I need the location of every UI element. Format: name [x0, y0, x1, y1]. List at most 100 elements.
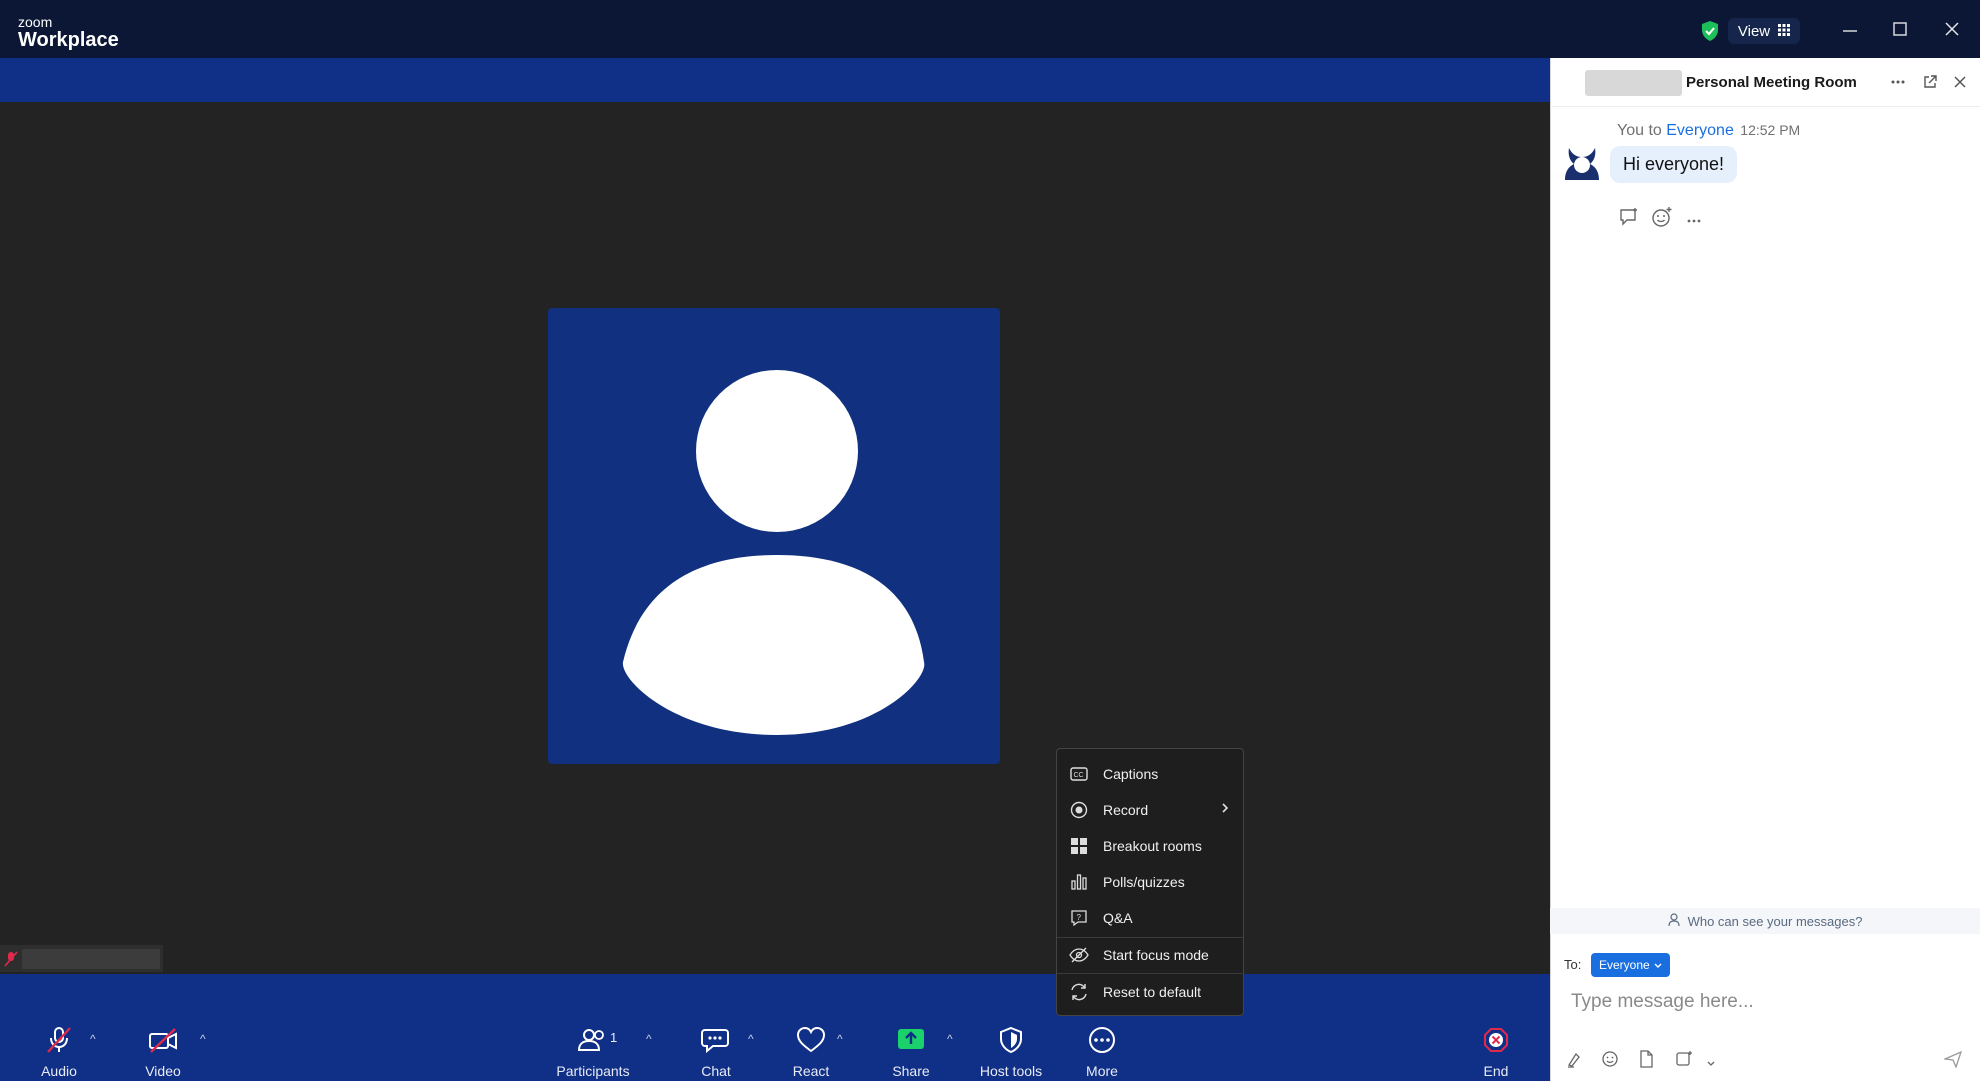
- reply-icon[interactable]: [1618, 207, 1640, 232]
- closed-captions-icon: CC: [1069, 764, 1089, 784]
- chat-more-dots-icon[interactable]: [1890, 74, 1906, 95]
- react-button[interactable]: React: [791, 1026, 831, 1079]
- message-more-icon[interactable]: [1686, 212, 1702, 230]
- menu-divider: [1057, 973, 1243, 974]
- participants-options-chevron-icon[interactable]: ^: [646, 1032, 652, 1046]
- close-window-button[interactable]: [1945, 22, 1959, 41]
- chat-label: Chat: [701, 1063, 731, 1079]
- minimize-button[interactable]: [1842, 17, 1858, 46]
- focus-mode-eye-icon: [1069, 945, 1089, 965]
- more-label: More: [1086, 1063, 1118, 1079]
- menu-item-breakout-rooms[interactable]: Breakout rooms: [1057, 829, 1243, 863]
- react-label: React: [792, 1063, 830, 1079]
- who-can-see-link[interactable]: Who can see your messages?: [1550, 908, 1980, 934]
- chevron-down-icon: [1654, 958, 1662, 972]
- breakout-rooms-icon: [1069, 836, 1089, 856]
- message-input[interactable]: [1571, 989, 1951, 1015]
- muted-mic-icon: [4, 951, 18, 972]
- menu-item-focus-mode[interactable]: Start focus mode: [1057, 938, 1243, 972]
- message-time: 12:52 PM: [1740, 122, 1801, 138]
- view-button[interactable]: View: [1728, 18, 1800, 44]
- muted-microphone-icon: [44, 1026, 74, 1057]
- menu-item-label: Breakout rooms: [1103, 838, 1202, 854]
- record-icon: [1069, 800, 1089, 820]
- video-button[interactable]: Video: [141, 1026, 185, 1079]
- menu-item-label: Polls/quizzes: [1103, 874, 1185, 890]
- host-tools-button[interactable]: Host tools: [976, 1026, 1046, 1079]
- more-button[interactable]: More: [1082, 1026, 1122, 1079]
- share-label: Share: [892, 1063, 930, 1079]
- title-bar: zoom Workplace View: [0, 0, 1980, 58]
- file-icon[interactable]: [1638, 1050, 1654, 1073]
- audio-options-chevron-icon[interactable]: ^: [90, 1032, 96, 1046]
- audio-label: Audio: [41, 1063, 77, 1079]
- menu-item-reset[interactable]: Reset to default: [1057, 975, 1243, 1009]
- participants-count: 1: [610, 1030, 618, 1045]
- participant-name-tag: [0, 945, 163, 972]
- more-dots-icon: [1087, 1026, 1117, 1057]
- security-shield-icon[interactable]: [1699, 20, 1721, 47]
- participants-button[interactable]: Participants: [553, 1026, 633, 1079]
- person-privacy-icon: [1667, 912, 1682, 930]
- meeting-toolbar: [0, 974, 1550, 1081]
- recipient-dropdown[interactable]: Everyone: [1591, 953, 1670, 977]
- menu-item-label: Record: [1103, 802, 1149, 818]
- close-chat-icon[interactable]: [1953, 75, 1967, 94]
- recipient-label: To:: [1564, 957, 1582, 972]
- host-shield-icon: [997, 1026, 1025, 1057]
- view-label: View: [1737, 22, 1771, 40]
- add-reaction-icon[interactable]: [1651, 206, 1673, 233]
- stopped-video-icon: [147, 1026, 179, 1057]
- share-options-chevron-icon[interactable]: ^: [947, 1032, 953, 1046]
- maximize-button[interactable]: [1893, 22, 1907, 41]
- menu-item-qa[interactable]: ? Q&A: [1057, 901, 1243, 935]
- end-x-icon: [1482, 1026, 1510, 1057]
- chevron-right-icon: [1221, 801, 1229, 817]
- menu-item-record[interactable]: Record: [1057, 793, 1243, 827]
- message-bubble[interactable]: Hi everyone!: [1610, 146, 1738, 183]
- video-label: Video: [145, 1063, 181, 1079]
- sender-avatar: [1562, 142, 1602, 187]
- menu-item-label: Reset to default: [1103, 984, 1202, 1000]
- send-icon[interactable]: [1942, 1050, 1963, 1073]
- menu-item-captions[interactable]: CC Captions: [1057, 757, 1243, 791]
- meeting-header-bar: [0, 58, 1550, 102]
- screenshot-icon[interactable]: [1675, 1050, 1693, 1073]
- audio-button[interactable]: Audio: [37, 1026, 81, 1079]
- share-button[interactable]: Share: [891, 1026, 931, 1079]
- menu-item-label: Start focus mode: [1103, 947, 1209, 963]
- menu-item-polls[interactable]: Polls/quizzes: [1057, 865, 1243, 899]
- reset-arrows-icon: [1069, 982, 1089, 1002]
- brand-small: zoom: [18, 14, 53, 30]
- participant-video-tile[interactable]: [548, 308, 1000, 764]
- message-meta: You to Everyone 12:52 PM: [1617, 122, 1800, 140]
- menu-item-label: Captions: [1103, 766, 1159, 782]
- grid-icon: [1778, 23, 1791, 40]
- format-text-icon[interactable]: [1566, 1050, 1584, 1073]
- screenshot-options-chevron-icon[interactable]: [1706, 1055, 1716, 1073]
- recipient-value: Everyone: [1599, 958, 1650, 972]
- participants-icon: [577, 1026, 609, 1057]
- more-menu: CC Captions Record Breakout rooms Polls/…: [1056, 748, 1244, 1016]
- chat-button[interactable]: Chat: [696, 1026, 736, 1079]
- who-can-see-text: Who can see your messages?: [1687, 913, 1863, 929]
- chat-panel-title: Personal Meeting Room: [1686, 74, 1857, 91]
- end-label: End: [1483, 1063, 1509, 1079]
- chat-header-divider: [1550, 106, 1980, 107]
- pop-out-icon[interactable]: [1922, 74, 1938, 95]
- react-options-chevron-icon[interactable]: ^: [837, 1032, 843, 1046]
- message-recipient[interactable]: Everyone: [1666, 122, 1734, 139]
- chat-options-chevron-icon[interactable]: ^: [748, 1032, 754, 1046]
- share-screen-icon: [896, 1026, 926, 1057]
- message-sender: You to: [1617, 122, 1662, 139]
- chat-bubble-icon: [701, 1026, 731, 1057]
- video-options-chevron-icon[interactable]: ^: [200, 1032, 206, 1046]
- avatar-placeholder-icon: [622, 370, 925, 735]
- polls-chart-icon: [1069, 872, 1089, 892]
- end-meeting-button[interactable]: End: [1476, 1026, 1516, 1079]
- menu-item-label: Q&A: [1103, 910, 1133, 926]
- emoji-icon[interactable]: [1601, 1050, 1619, 1073]
- participants-label: Participants: [556, 1063, 630, 1079]
- svg-text:CC: CC: [1074, 772, 1084, 779]
- host-tools-label: Host tools: [979, 1063, 1043, 1079]
